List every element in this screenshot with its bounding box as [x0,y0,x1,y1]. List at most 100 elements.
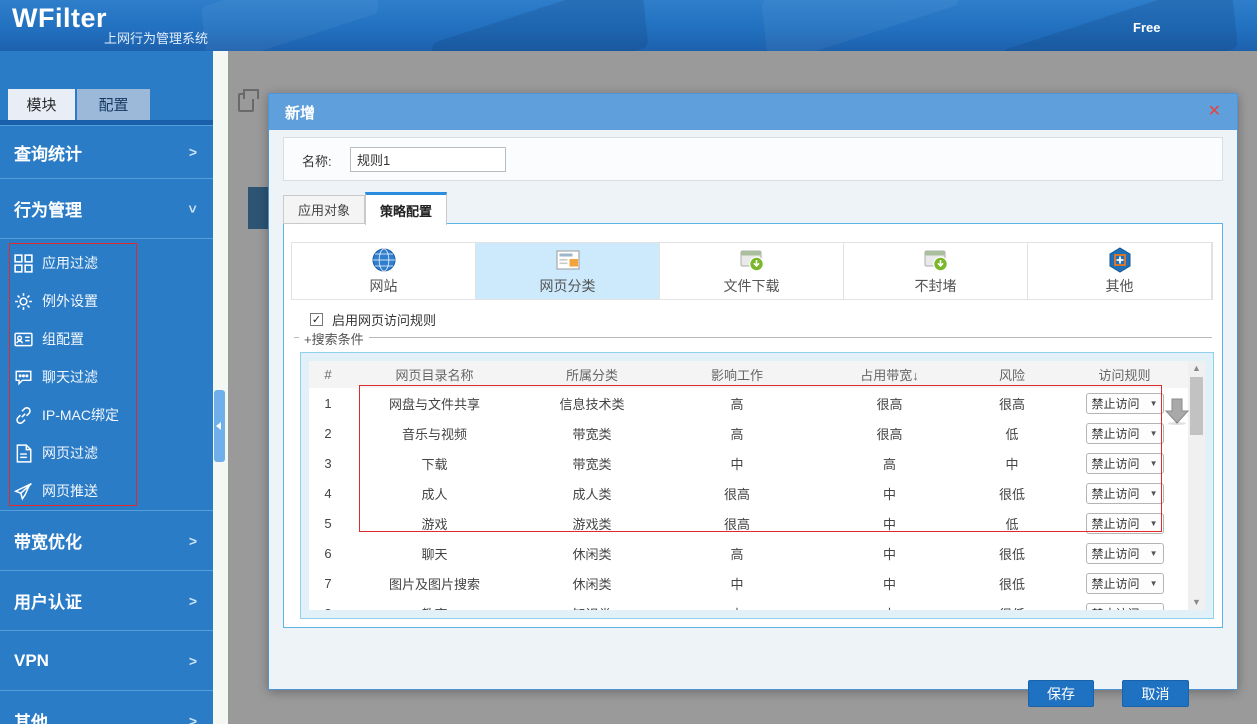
sidebar-submenu-item[interactable]: 聊天过滤 [0,358,213,396]
sidebar-section[interactable]: VPN > [0,630,213,690]
sidebar-bottom-sections: 带宽优化 > 用户认证 > VPN > 其他 > [0,510,213,724]
policy-category-tab[interactable]: 网站 [292,243,476,299]
scroll-up-icon[interactable]: ▲ [1188,361,1205,376]
col-header-bandwidth-sorted[interactable]: 占用带宽↓ [812,365,967,384]
access-rule-select[interactable]: 禁止访问 ▼ [1085,482,1164,504]
globe-icon [371,247,397,273]
access-rule-select[interactable]: 禁止访问 ▼ [1085,512,1164,534]
category-table-container: # 网页目录名称 所属分类 影响工作 占用带宽↓ 风险 访问规则 1 网盘与文件… [300,352,1214,619]
col-header-name: 网页目录名称 [395,368,474,383]
tab-policy-config[interactable]: 策略配置 [365,192,448,225]
gear-icon [14,292,33,311]
section-label: 带宽优化 [14,533,82,552]
download-icon [739,247,765,273]
access-rule-select[interactable]: 禁止访问 ▼ [1085,392,1164,414]
cell-bandwidth: 中 [882,546,896,562]
access-rule-select[interactable]: 禁止访问 ▼ [1085,452,1164,474]
category-label: 其他 [1105,277,1134,294]
access-rule-select[interactable]: 禁止访问 ▼ [1085,572,1164,594]
chevron-right-icon: > [188,712,197,724]
sidebar-submenu-item[interactable]: 网页过滤 [0,434,213,472]
sidebar-tab-modules[interactable]: 模块 [8,89,75,120]
sidebar-submenu: 应用过滤 例外设置 组配置 聊天过滤 IP-MAC绑定 网页过滤 网页推送 [0,238,213,510]
close-icon[interactable]: ✕ [1208,101,1221,121]
access-rule-select[interactable]: 禁止访问 ▼ [1085,422,1164,444]
cell-index: 8 [309,606,347,611]
submenu-item-label: 应用过滤 [42,255,98,271]
cell-bandwidth: 中 [812,604,967,611]
table-scrollbar[interactable]: ▲ ▼ [1188,361,1205,610]
scroll-down-icon[interactable]: ▼ [1188,595,1205,610]
sidebar-submenu-item[interactable]: IP-MAC绑定 [0,396,213,434]
cell-bandwidth: 中 [882,516,896,532]
cell-name: 下载 [421,456,448,472]
tab-application-target[interactable]: 应用对象 [283,195,366,224]
sidebar-section-behavior-mgmt[interactable]: 行为管理 > [0,178,213,238]
policy-category-tab[interactable]: 网页分类 [476,243,660,299]
cell-category: 游戏类 [572,516,612,532]
move-down-arrow-icon[interactable] [1164,397,1190,425]
cell-risk: 很高 [998,396,1025,412]
cell-name: 网盘与文件共享 [388,396,480,412]
chevron-right-icon: > [188,144,197,160]
scrollbar-thumb[interactable] [1190,377,1203,435]
cell-bandwidth: 中 [882,576,896,592]
sidebar-collapse-strip [213,51,228,724]
app-header: WFilter 上网行为管理系统 Free [0,0,1257,51]
cell-index: 3 [324,455,332,471]
sidebar-submenu-item[interactable]: 例外设置 [0,282,213,320]
table-row: 4 成人 成人类 很高 中 很低 禁止访问 ▼ [309,478,1188,508]
brand-logo: WFilter [12,3,107,33]
sidebar-collapse-handle[interactable] [214,390,225,462]
policy-category-tab[interactable]: 文件下载 [660,243,844,299]
table-row: 3 下载 带宽类 中 高 中 禁止访问 ▼ [309,448,1188,478]
section-label: 行为管理 [14,201,82,220]
access-rule-select[interactable]: 禁止访问 ▼ [1085,602,1164,611]
sidebar-section-query-stats[interactable]: 查询统计 > [0,125,213,178]
search-conditions-legend[interactable]: +搜索条件 [299,329,369,348]
brand-subtitle: 上网行为管理系统 [104,31,209,46]
table-row: 6 聊天 休闲类 高 中 很低 禁止访问 ▼ [309,538,1188,568]
grid-icon [14,253,33,273]
cell-category: 带宽类 [572,456,612,472]
category-label: 不封堵 [914,277,957,294]
cell-risk: 很低 [998,546,1025,562]
policy-category-tab[interactable]: 不封堵 [844,243,1028,299]
access-rule-select[interactable]: 禁止访问 ▼ [1085,542,1164,564]
search-divider [294,337,1212,338]
dialog-tab-bar: 应用对象 策略配置 [283,192,448,225]
cell-risk: 低 [1005,516,1019,532]
sidebar-submenu-item[interactable]: 网页推送 [0,472,213,510]
sidebar-submenu-item[interactable]: 组配置 [0,320,213,358]
section-label: 查询统计 [14,144,82,164]
cancel-button[interactable]: 取消 [1122,680,1189,707]
sidebar: 模块 配置 查询统计 > 行为管理 > 应用过滤 例外设置 组配置 聊天过滤 I… [0,51,213,724]
sidebar-tab-config[interactable]: 配置 [77,89,150,120]
sidebar-section[interactable]: 其他 > [0,690,213,724]
dropdown-arrow-icon: ▼ [1150,609,1158,611]
save-button[interactable]: 保存 [1028,680,1094,707]
policy-category-strip: 网站 网页分类 文件下载 不封堵 其他 [291,242,1213,300]
cell-work-impact: 很高 [723,516,750,532]
sidebar-submenu-item[interactable]: 应用过滤 [0,244,213,282]
dropdown-arrow-icon: ▼ [1149,518,1158,528]
table-row: 5 游戏 游戏类 很高 中 低 禁止访问 ▼ [309,508,1188,538]
dropdown-arrow-icon: ▼ [1149,488,1158,498]
submenu-item-label: 网页过滤 [42,445,98,461]
chevron-down-icon: > [184,204,201,213]
sidebar-section[interactable]: 用户认证 > [0,570,213,630]
cell-category: 知识类 [522,604,662,611]
dropdown-arrow-icon: ▼ [1149,578,1158,588]
col-header-work-impact: 影响工作 [710,368,763,383]
enable-rule-row: ✓ 启用网页访问规则 [310,310,436,329]
cell-name: 成人 [421,486,448,502]
rule-name-input[interactable] [350,147,506,172]
enable-rule-checkbox[interactable]: ✓ [310,313,323,326]
policy-category-tab[interactable]: 其他 [1028,243,1212,299]
sidebar-section[interactable]: 带宽优化 > [0,510,213,570]
cell-name: 图片及图片搜索 [388,576,480,592]
cell-category: 休闲类 [572,546,612,562]
keyboard-decoration [761,0,959,51]
keyboard-decoration [431,0,649,51]
section-label: VPN [14,650,49,670]
